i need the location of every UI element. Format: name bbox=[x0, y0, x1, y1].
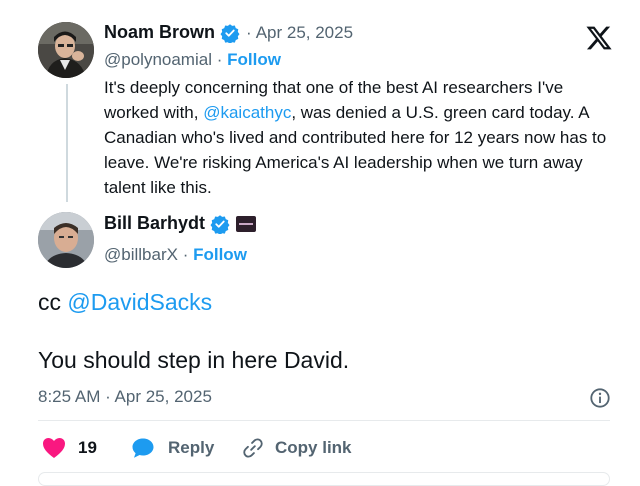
avatar-portrait bbox=[38, 22, 94, 78]
next-card-edge bbox=[38, 472, 610, 486]
link-icon bbox=[242, 437, 264, 459]
reply-line-2: You should step in here David. bbox=[38, 347, 350, 373]
date-separator: · bbox=[246, 22, 252, 42]
thread-line bbox=[66, 84, 68, 202]
quoted-date[interactable]: Apr 25, 2025 bbox=[256, 23, 353, 43]
copy-link-button[interactable]: Copy link bbox=[242, 437, 352, 459]
tweet-timestamp[interactable]: 8:25 AM · Apr 25, 2025 bbox=[38, 387, 212, 407]
handle-separator: · bbox=[216, 50, 228, 69]
bill-barhydt-avatar[interactable] bbox=[38, 212, 94, 268]
reply-handle-row: @billbarX · Follow bbox=[104, 245, 247, 265]
reply-label: Reply bbox=[168, 438, 215, 457]
verified-badge-icon bbox=[210, 214, 230, 234]
mention-link[interactable]: @DavidSacks bbox=[67, 289, 212, 315]
reply-button[interactable]: Reply bbox=[131, 437, 214, 459]
mention-link[interactable]: @kaicathyc bbox=[203, 103, 291, 122]
follow-button[interactable]: Follow bbox=[227, 50, 281, 69]
handle-separator: · bbox=[182, 245, 189, 264]
heart-icon bbox=[42, 437, 66, 459]
reply-author-name[interactable]: Bill Barhydt bbox=[104, 213, 205, 234]
copy-link-label: Copy link bbox=[275, 438, 352, 457]
follow-button[interactable]: Follow bbox=[193, 245, 247, 264]
info-icon[interactable] bbox=[589, 387, 611, 409]
reply-handle[interactable]: @billbarX bbox=[104, 245, 178, 264]
x-logo-icon[interactable] bbox=[585, 24, 613, 52]
affiliate-badge-icon[interactable] bbox=[236, 215, 257, 232]
like-button[interactable]: 19 bbox=[42, 437, 97, 459]
avatar-portrait bbox=[38, 212, 94, 268]
like-count: 19 bbox=[78, 438, 97, 457]
quoted-tweet-text: It's deeply concerning that one of the b… bbox=[104, 75, 614, 200]
reply-author-row: Bill Barhydt bbox=[104, 213, 257, 234]
noam-brown-avatar[interactable] bbox=[38, 22, 94, 78]
reply-line-1: cc @DavidSacks bbox=[38, 289, 212, 316]
reply-bubble-icon bbox=[131, 437, 155, 459]
divider bbox=[38, 420, 610, 421]
verified-badge-icon bbox=[220, 23, 240, 43]
quoted-handle[interactable]: @polynoamial bbox=[104, 50, 212, 69]
quoted-handle-row: @polynoamial · Follow bbox=[104, 50, 281, 70]
cc-prefix: cc bbox=[38, 289, 68, 315]
quoted-author-name[interactable]: Noam Brown bbox=[104, 22, 215, 43]
quoted-author-row: Noam Brown · Apr 25, 2025 bbox=[104, 22, 353, 43]
